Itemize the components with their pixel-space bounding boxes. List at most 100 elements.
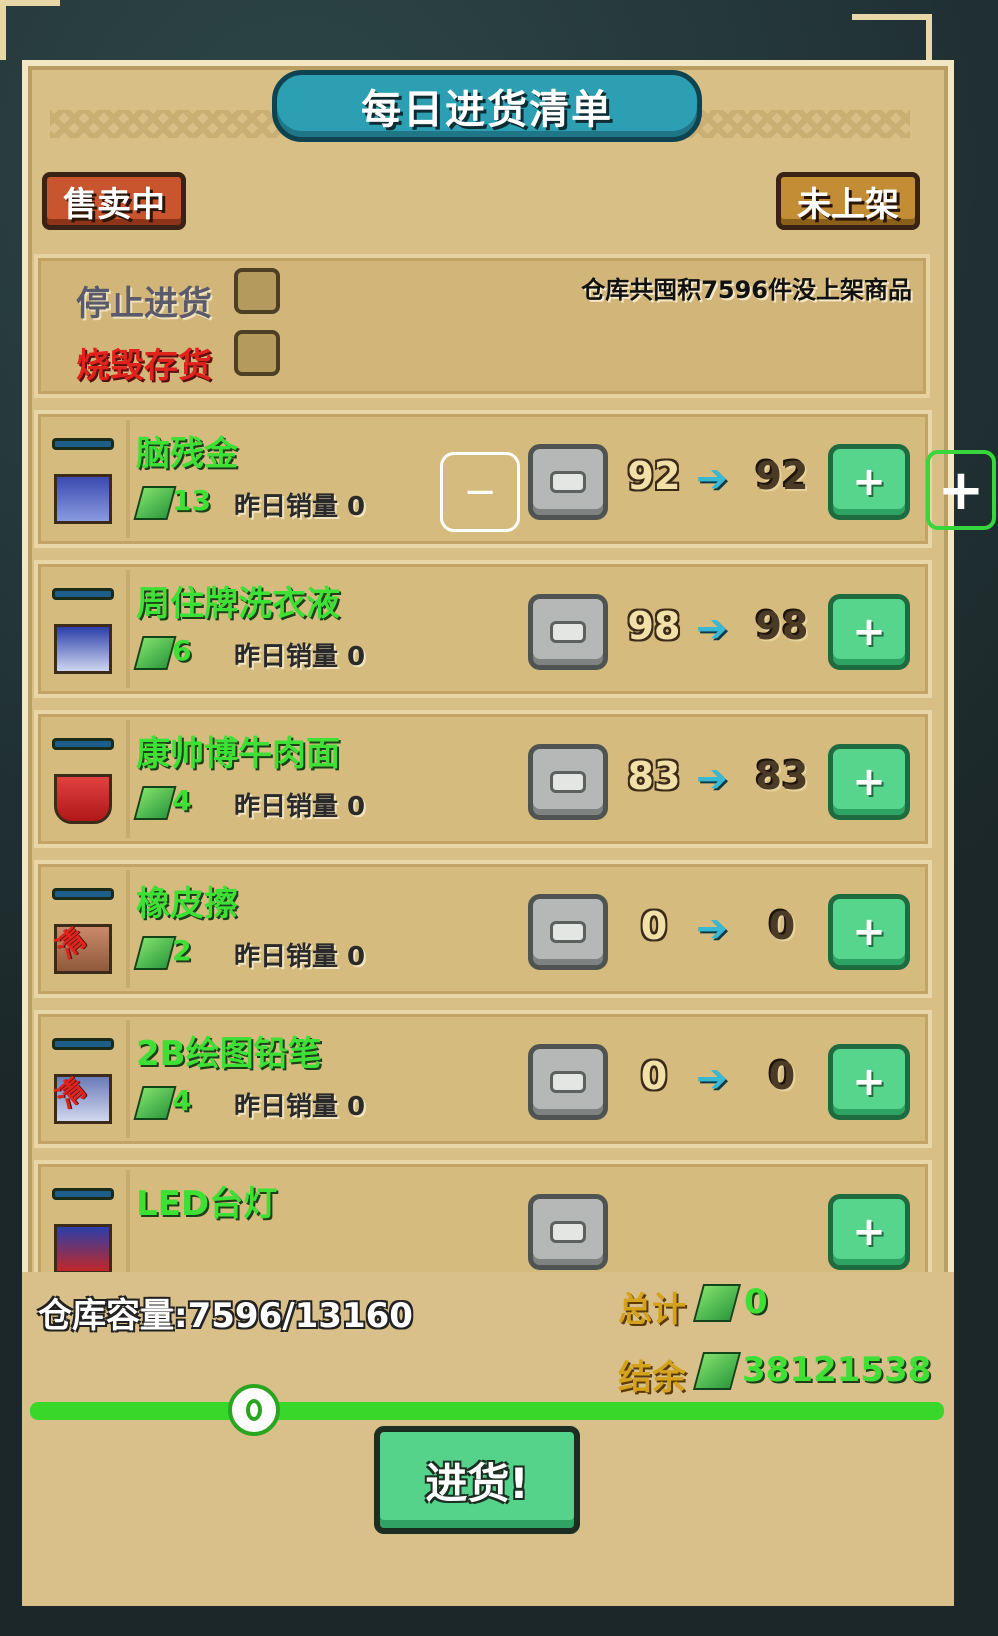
panel-title: 每日进货清单 [272,70,702,142]
decrease-button[interactable] [528,744,608,820]
burn-stock-label: 烧毁存货 [76,346,212,386]
annotation-minus-mark: − [440,452,520,532]
increase-button[interactable]: + [828,1194,910,1270]
cash-icon [133,936,177,970]
annotation-plus-mark: + [926,450,996,530]
total-value: 0 [744,1282,768,1322]
item-icon [54,624,112,674]
arrow-icon: ➔ [696,1056,728,1100]
increase-button[interactable]: + [828,444,910,520]
minus-icon [550,771,586,793]
stock-note: 仓库共囤积7596件没上架商品 [581,276,912,304]
stock-bar [52,588,114,600]
cash-icon [692,1284,742,1322]
increase-button[interactable]: + [828,894,910,970]
row-divider [126,1020,130,1138]
item-name: 橡皮擦 [136,884,238,924]
stock-bar [52,1038,114,1050]
cash-icon [133,486,177,520]
list-item: LED台灯 + [34,1160,932,1272]
decrease-button[interactable] [528,894,608,970]
row-divider [126,720,130,838]
yesterday-sales: 昨日销量 0 [234,642,366,672]
item-price: 13 [172,484,211,517]
minus-icon [550,1071,586,1093]
stock-bar [52,738,114,750]
item-name: 康帅博牛肉面 [136,734,340,774]
cash-icon [692,1352,742,1390]
current-quantity: 0 [640,904,668,948]
target-quantity: 0 [768,1054,796,1098]
row-divider [126,570,130,688]
list-item: 康帅博牛肉面 4 昨日销量 0 83 ➔ 83 + [34,710,932,848]
arrow-icon: ➔ [696,906,728,950]
warehouse-capacity: 仓库容量:7596/13160 [38,1296,413,1336]
arrow-icon: ➔ [696,456,728,500]
quantity-slider-handle[interactable] [228,1384,280,1436]
yesterday-sales: 昨日销量 0 [234,1092,366,1122]
current-quantity: 98 [627,604,681,648]
item-icon [54,1224,112,1272]
decrease-button[interactable] [528,1194,608,1270]
footer-panel: 仓库容量:7596/13160 总计 0 结余 38121538 进货! [22,1272,954,1606]
increase-button[interactable]: + [828,744,910,820]
item-price: 4 [172,1084,192,1117]
decrease-button[interactable] [528,1044,608,1120]
corner-ornament-left [0,0,60,60]
balance-value: 38121538 [742,1350,932,1390]
quantity-slider-track[interactable] [30,1402,944,1420]
current-quantity: 0 [640,1054,668,1098]
list-item: 清 橡皮擦 2 昨日销量 0 0 ➔ 0 + [34,860,932,998]
minus-icon [550,1221,586,1243]
item-list[interactable]: 脑残金 13 昨日销量 0 92 ➔ 92 + 周住牌洗衣液 6 昨日销量 0 … [24,410,942,1272]
cash-icon [133,636,177,670]
row-divider [126,420,130,538]
current-quantity: 92 [627,454,681,498]
list-item: 周住牌洗衣液 6 昨日销量 0 98 ➔ 98 + [34,560,932,698]
cash-icon [133,1086,177,1120]
current-quantity: 83 [627,754,681,798]
row-divider [126,870,130,988]
decrease-button[interactable] [528,444,608,520]
minus-icon [550,621,586,643]
decrease-button[interactable] [528,594,608,670]
target-quantity: 98 [755,604,809,648]
increase-button[interactable]: + [828,1044,910,1120]
item-name: 脑残金 [136,434,238,474]
list-item: 清 2B绘图铅笔 4 昨日销量 0 0 ➔ 0 + [34,1010,932,1148]
arrow-icon: ➔ [696,606,728,650]
stock-bar [52,888,114,900]
stock-bar [52,1188,114,1200]
yesterday-sales: 昨日销量 0 [234,942,366,972]
options-box: 停止进货 烧毁存货 仓库共囤积7596件没上架商品 [34,254,930,398]
total-label: 总计 [618,1290,686,1330]
arrow-icon: ➔ [696,756,728,800]
item-icon [54,474,112,524]
target-quantity: 83 [755,754,809,798]
burn-stock-checkbox[interactable] [234,330,280,376]
yesterday-sales: 昨日销量 0 [234,792,366,822]
row-divider [126,1170,130,1272]
minus-icon [550,471,586,493]
minus-icon [550,921,586,943]
item-price: 2 [172,934,192,967]
target-quantity: 92 [755,454,809,498]
item-name: 2B绘图铅笔 [136,1034,322,1074]
stop-restock-label: 停止进货 [76,284,212,324]
yesterday-sales: 昨日销量 0 [234,492,366,522]
slider-value-icon [246,1399,262,1421]
item-price: 4 [172,784,192,817]
stop-restock-checkbox[interactable] [234,268,280,314]
tab-unlisted[interactable]: 未上架 [776,172,920,230]
cash-icon [133,786,177,820]
item-icon [54,774,112,824]
stock-bar [52,438,114,450]
item-price: 6 [172,634,192,667]
increase-button[interactable]: + [828,594,910,670]
balance-label: 结余 [618,1358,686,1398]
item-name: 周住牌洗衣液 [136,584,340,624]
target-quantity: 0 [768,904,796,948]
purchase-button[interactable]: 进货! [374,1426,580,1534]
tab-selling[interactable]: 售卖中 [42,172,186,230]
item-name: LED台灯 [136,1184,278,1224]
